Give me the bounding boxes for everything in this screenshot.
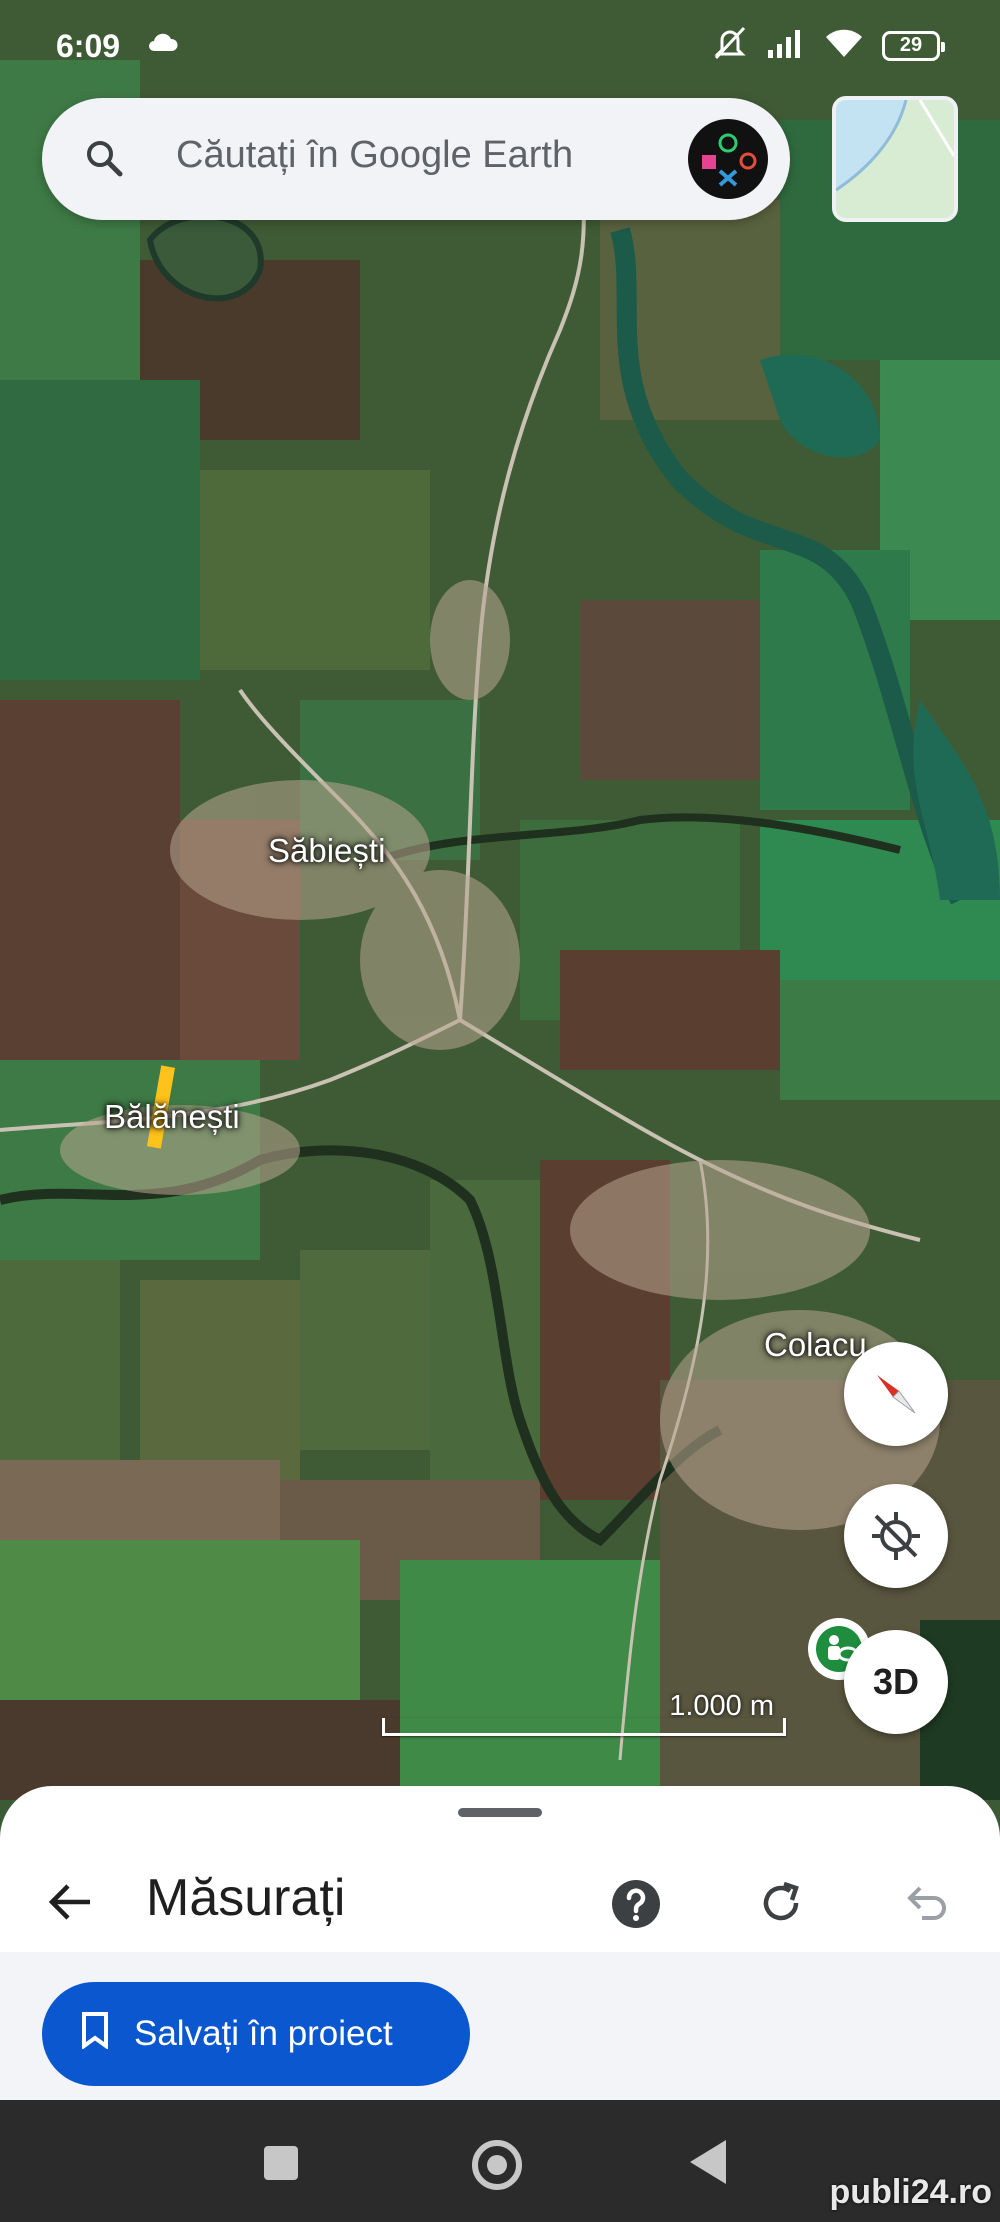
scale-ruler bbox=[382, 1718, 786, 1736]
compass-icon bbox=[877, 1375, 916, 1414]
toggle-3d-button[interactable]: 3D bbox=[844, 1630, 948, 1734]
back-button[interactable] bbox=[46, 1878, 94, 1931]
watermark: publi24.ro bbox=[829, 2173, 992, 2211]
status-bar: 6:09 29 bbox=[0, 0, 1000, 90]
system-nav-bar: publi24.ro bbox=[0, 2100, 1000, 2222]
home-button[interactable] bbox=[472, 2140, 522, 2190]
minimap-icon bbox=[836, 100, 954, 218]
mute-icon bbox=[712, 26, 748, 65]
account-avatar[interactable] bbox=[688, 119, 768, 199]
my-location-button[interactable] bbox=[844, 1484, 948, 1588]
sheet-drag-handle[interactable] bbox=[458, 1808, 542, 1817]
bookmark-icon bbox=[80, 2011, 110, 2058]
system-back-button[interactable] bbox=[690, 2140, 726, 2184]
search-placeholder[interactable]: Căutați în Google Earth bbox=[176, 134, 573, 177]
status-time: 6:09 bbox=[56, 28, 121, 64]
measure-sheet: Măsurați Salvați în proiect bbox=[0, 1786, 1000, 2100]
cloud-icon bbox=[146, 32, 178, 57]
undo-button[interactable] bbox=[902, 1878, 952, 1933]
place-label-balanesti[interactable]: Bălănești bbox=[104, 1098, 240, 1136]
save-button-label: Salvați în proiect bbox=[134, 2014, 393, 2053]
status-icons: 29 bbox=[712, 26, 945, 65]
reset-button[interactable] bbox=[756, 1878, 806, 1933]
layers-minimap-button[interactable] bbox=[832, 96, 958, 222]
help-button[interactable] bbox=[610, 1878, 662, 1935]
arrow-back-icon bbox=[48, 1884, 90, 1920]
help-icon bbox=[612, 1880, 660, 1928]
place-label-sabiesti[interactable]: Săbiești bbox=[268, 832, 385, 870]
search-icon bbox=[84, 138, 124, 183]
undo-icon bbox=[907, 1886, 946, 1920]
compass-button[interactable] bbox=[844, 1342, 948, 1446]
avatar-icon bbox=[702, 133, 757, 187]
place-label-colacu[interactable]: Colacu bbox=[764, 1326, 867, 1364]
location-disabled-icon bbox=[872, 1512, 920, 1560]
recents-button[interactable] bbox=[264, 2146, 298, 2180]
battery-indicator: 29 bbox=[882, 30, 945, 61]
signal-icon bbox=[766, 28, 806, 63]
wifi-icon bbox=[824, 27, 864, 64]
search-bar[interactable]: Căutați în Google Earth bbox=[42, 98, 790, 220]
save-to-project-button[interactable]: Salvați în proiect bbox=[42, 1982, 470, 2086]
panel-title: Măsurați bbox=[146, 1869, 346, 1927]
refresh-icon bbox=[763, 1881, 799, 1921]
scale-bar: 1.000 m bbox=[382, 1690, 790, 1742]
